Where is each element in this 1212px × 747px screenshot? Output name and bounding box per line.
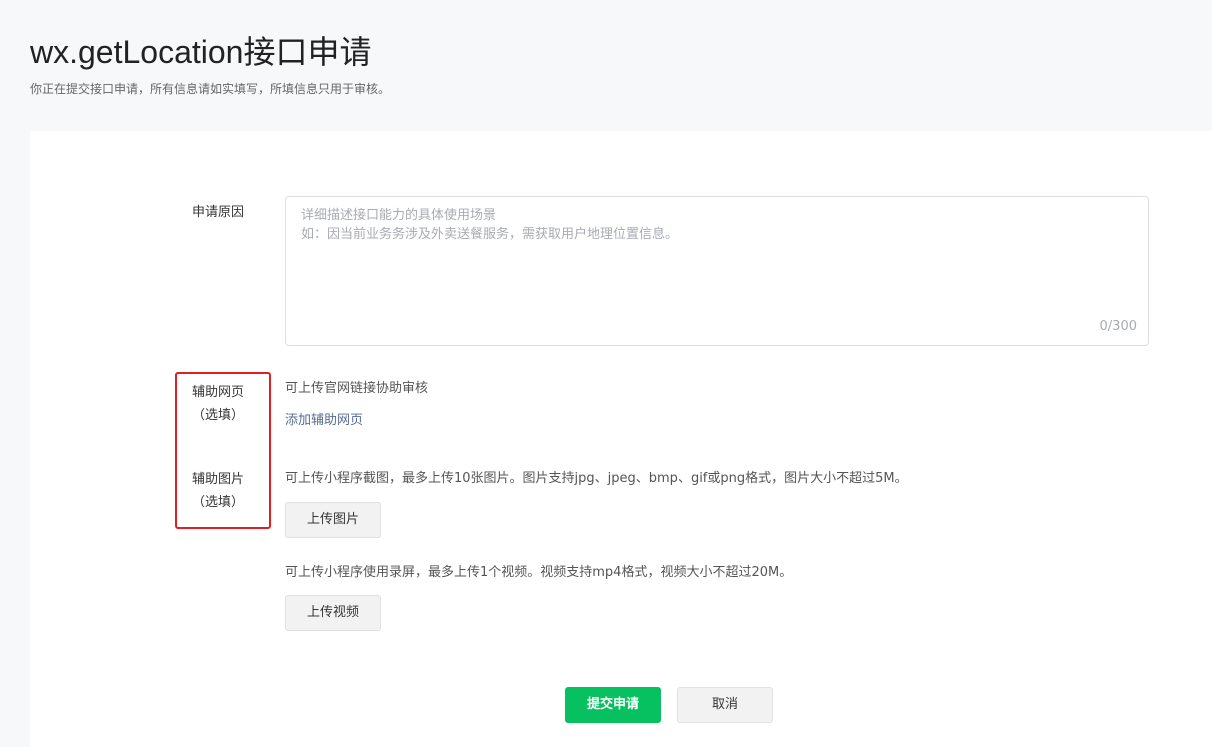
upload-images-button[interactable]: 上传图片 — [285, 502, 381, 538]
submit-button[interactable]: 提交申请 — [565, 687, 661, 723]
reason-label: 申请原因 — [191, 205, 244, 220]
cancel-button[interactable]: 取消 — [677, 687, 773, 723]
form-panel: 申请原因 详细描述接口能力的具体使用场景 如：因当前业务务涉及外卖送餐服务，需获… — [30, 131, 1212, 747]
reason-char-counter: 0/300 — [1099, 319, 1137, 334]
web-label: 辅助网页 （选填） — [191, 385, 244, 423]
upload-video-button[interactable]: 上传视频 — [285, 595, 381, 631]
reason-textarea[interactable]: 详细描述接口能力的具体使用场景 如：因当前业务务涉及外卖送餐服务，需获取用户地理… — [285, 196, 1149, 346]
page-subtitle: 你正在提交接口申请，所有信息请如实填写，所填信息只用于审核。 — [30, 82, 391, 96]
video-hint: 可上传小程序使用录屏，最多上传1个视频。视频支持mp4格式，视频大小不超过20M… — [285, 565, 793, 580]
add-web-link[interactable]: 添加辅助网页 — [285, 411, 363, 431]
reason-placeholder: 详细描述接口能力的具体使用场景 如：因当前业务务涉及外卖送餐服务，需获取用户地理… — [301, 208, 679, 242]
images-label: 辅助图片 （选填） — [191, 472, 244, 510]
page: wx.getLocation接口申请 你正在提交接口申请，所有信息请如实填写，所… — [0, 0, 1212, 747]
web-hint: 可上传官网链接协助审核 — [285, 381, 429, 396]
images-hint: 可上传小程序截图，最多上传10张图片。图片支持jpg、jpeg、bmp、gif或… — [285, 471, 908, 486]
page-title: wx.getLocation接口申请 — [30, 34, 372, 70]
